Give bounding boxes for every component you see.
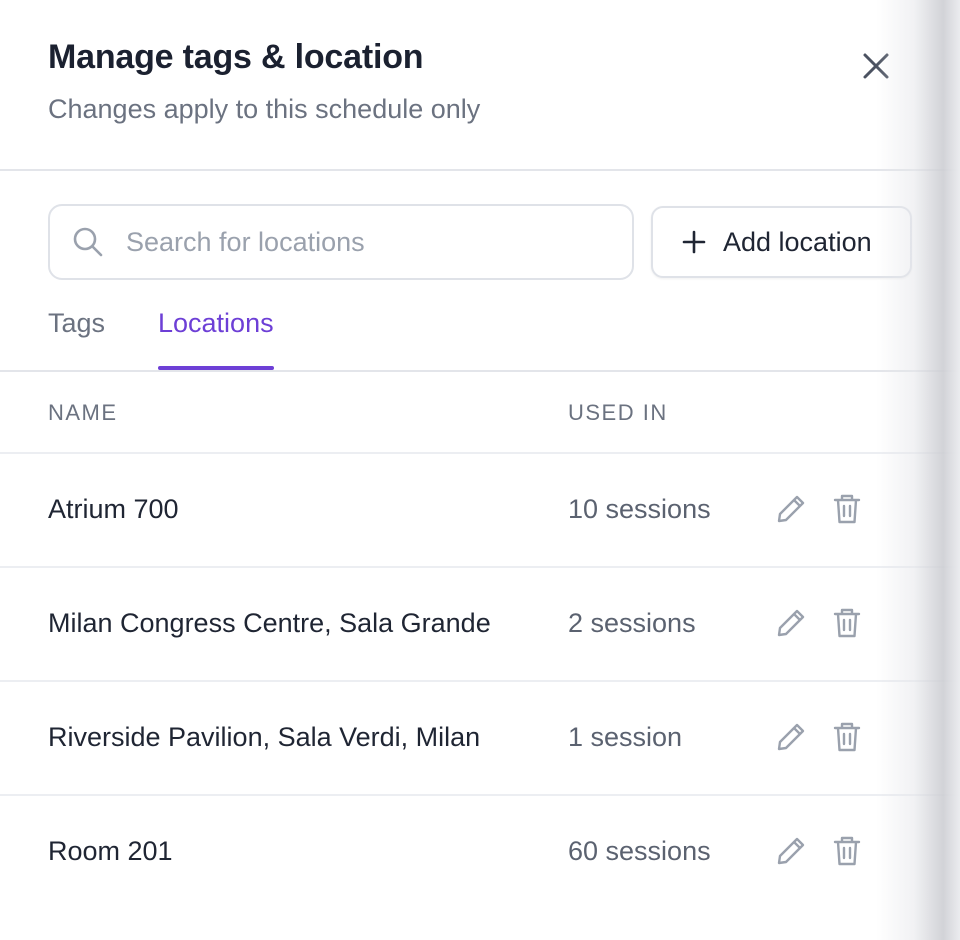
tab-tags-label: Tags <box>48 308 106 338</box>
plus-icon <box>681 229 707 255</box>
pencil-icon <box>777 495 805 523</box>
panel-subtitle: Changes apply to this schedule only <box>48 94 481 124</box>
trash-icon <box>833 608 861 638</box>
pencil-icon <box>777 609 805 637</box>
tab-locations-label: Locations <box>158 308 274 338</box>
add-location-button[interactable]: Add location <box>651 206 912 278</box>
location-name: Atrium 700 <box>48 494 179 524</box>
pencil-icon <box>777 723 805 751</box>
location-usage: 60 sessions <box>568 836 711 866</box>
table-row: Room 201 60 sessions <box>0 796 960 910</box>
delete-button[interactable] <box>830 834 864 868</box>
delete-button[interactable] <box>830 492 864 526</box>
add-location-label: Add location <box>723 226 872 257</box>
search-field[interactable] <box>48 204 634 280</box>
delete-button[interactable] <box>830 606 864 640</box>
edit-button[interactable] <box>774 720 808 754</box>
column-header-name: NAME <box>48 400 118 425</box>
tab-bar: Tags Locations <box>0 300 960 372</box>
trash-icon <box>833 722 861 752</box>
edit-button[interactable] <box>774 606 808 640</box>
search-input[interactable] <box>124 225 608 259</box>
panel-header: Manage tags & location Changes apply to … <box>0 0 960 171</box>
location-name: Riverside Pavilion, Sala Verdi, Milan <box>48 722 481 752</box>
location-name: Milan Congress Centre, Sala Grande <box>48 608 491 638</box>
tab-locations[interactable]: Locations <box>158 308 274 370</box>
panel-title: Manage tags & location <box>48 38 424 76</box>
search-icon <box>72 225 106 259</box>
pencil-icon <box>777 837 805 865</box>
table-row: Riverside Pavilion, Sala Verdi, Milan 1 … <box>0 682 960 796</box>
edit-button[interactable] <box>774 834 808 868</box>
close-button[interactable] <box>852 44 900 88</box>
trash-icon <box>833 836 861 866</box>
close-icon <box>863 53 889 79</box>
table-row: Milan Congress Centre, Sala Grande 2 ses… <box>0 568 960 682</box>
manage-tags-location-panel: Manage tags & location Changes apply to … <box>0 0 960 940</box>
location-usage: 10 sessions <box>568 494 711 524</box>
table-row: Atrium 700 10 sessions <box>0 454 960 568</box>
edit-button[interactable] <box>774 492 808 526</box>
active-tab-indicator <box>158 366 274 370</box>
location-usage: 2 sessions <box>568 608 696 638</box>
tab-tags[interactable]: Tags <box>48 308 105 370</box>
column-header-used-in: USED IN <box>568 400 668 425</box>
location-usage: 1 session <box>568 722 683 752</box>
delete-button[interactable] <box>830 720 864 754</box>
table-header: NAME USED IN <box>0 372 960 454</box>
location-name: Room 201 <box>48 836 173 866</box>
trash-icon <box>833 494 861 524</box>
